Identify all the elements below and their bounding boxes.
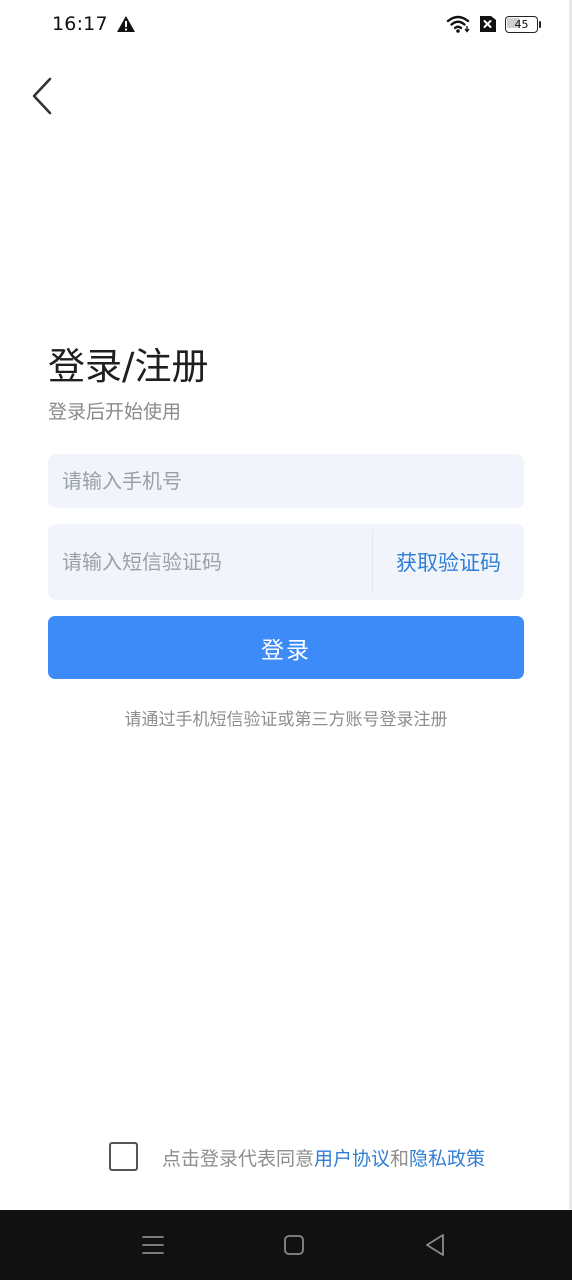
menu-icon[interactable] [141, 1234, 165, 1256]
agreement-prefix: 点击登录代表同意 [162, 1148, 315, 1170]
page-subtitle: 登录后开始使用 [48, 401, 182, 423]
phone-input[interactable] [62, 454, 510, 508]
chevron-left-icon [32, 77, 52, 115]
sms-code-input[interactable] [62, 524, 362, 600]
battery-icon: 45 [505, 16, 541, 33]
battery-level: 45 [514, 18, 529, 31]
login-hint: 请通过手机短信验证或第三方账号登录注册 [124, 710, 448, 730]
user-agreement-link[interactable]: 用户协议 [314, 1148, 390, 1170]
back-triangle-icon[interactable] [423, 1232, 447, 1258]
get-code-button[interactable]: 获取验证码 [373, 524, 524, 600]
battery-cap [539, 21, 541, 28]
sim-error-icon [477, 15, 497, 33]
login-screen: 16:17 45 登录/注册 登录后开始使用 请输入手机号 请输入短信验证码 获… [0, 0, 572, 1280]
warning-icon [116, 15, 136, 33]
status-bar: 16:17 45 [0, 0, 572, 52]
phone-field [48, 454, 524, 508]
agreement-text: 点击登录代表同意用户协议和隐私政策 [162, 1144, 485, 1171]
wifi-icon [446, 14, 472, 34]
status-time: 16:17 [52, 13, 108, 35]
back-button[interactable] [22, 74, 62, 118]
privacy-policy-link[interactable]: 隐私政策 [409, 1148, 485, 1170]
home-icon[interactable] [283, 1234, 305, 1256]
agree-checkbox[interactable] [109, 1142, 138, 1171]
sms-code-field: 获取验证码 [48, 524, 524, 600]
system-nav-bar [0, 1210, 572, 1280]
login-button[interactable]: 登录 [48, 616, 524, 679]
page-title: 登录/注册 [48, 345, 209, 388]
agreement-connector: 和 [390, 1148, 410, 1170]
